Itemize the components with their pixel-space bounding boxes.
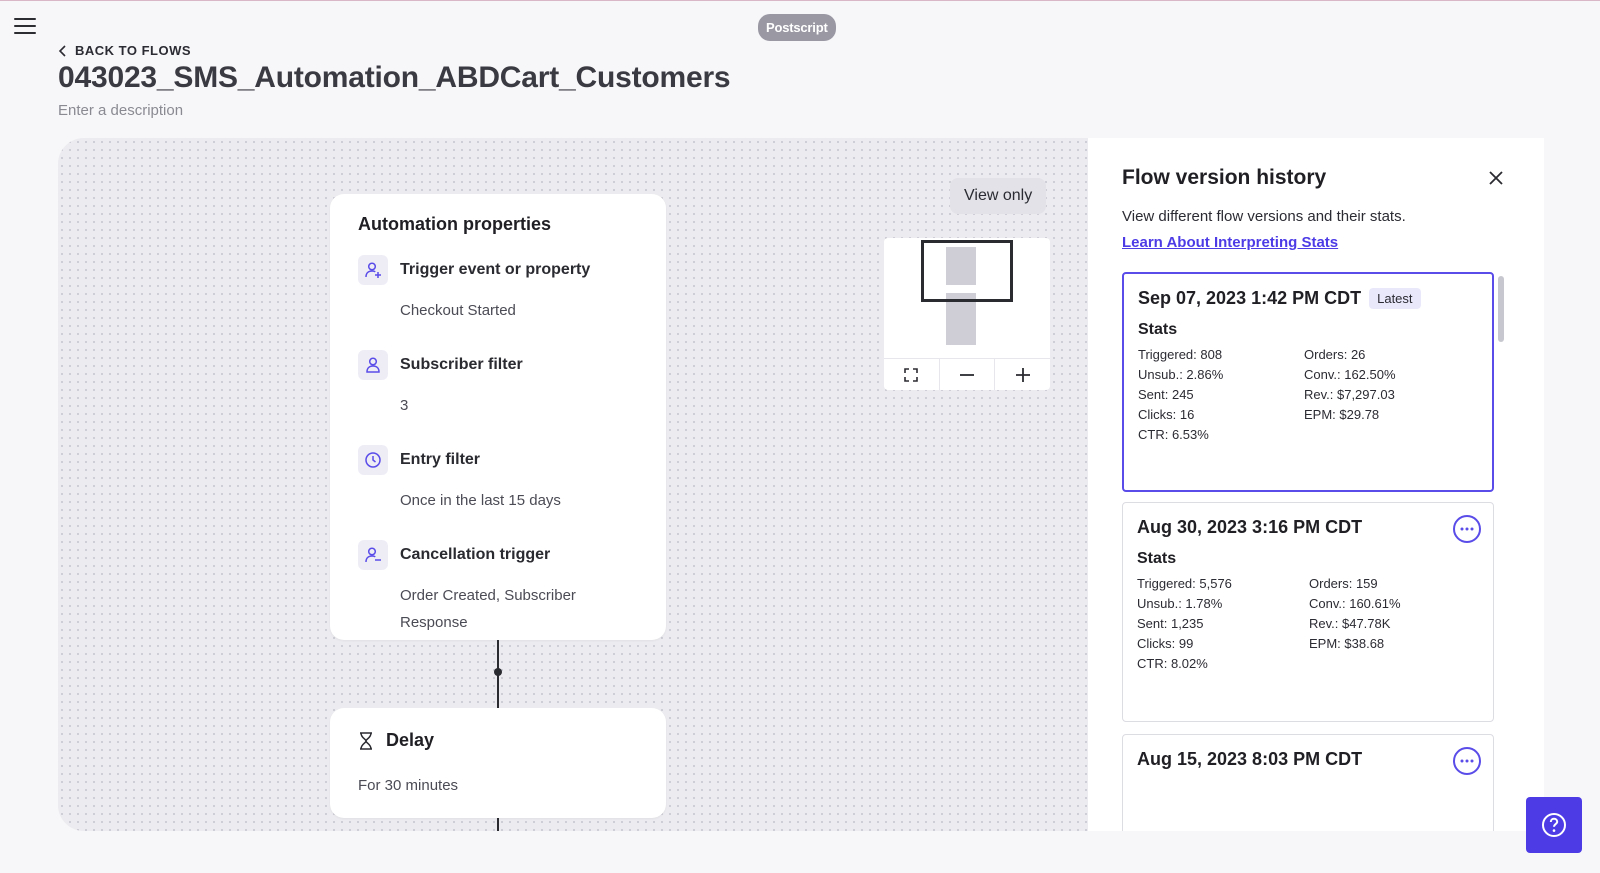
version-card[interactable]: Sep 07, 2023 1:42 PM CDT Latest Stats Tr… [1122, 272, 1494, 492]
property-value: 3 [400, 397, 409, 414]
connector-dot [494, 668, 502, 676]
help-button[interactable] [1526, 797, 1582, 853]
version-date: Aug 30, 2023 3:16 PM CDT [1137, 517, 1363, 537]
version-history-panel: Flow version history View different flow… [1088, 138, 1544, 831]
version-date: Aug 15, 2023 8:03 PM CDT [1137, 749, 1363, 769]
stat-orders: Orders: 26 [1304, 347, 1366, 362]
stat-conv: Conv.: 162.50% [1304, 367, 1396, 382]
automation-properties-card[interactable]: Automation properties Trigger event or p… [330, 194, 666, 640]
property-title: Trigger event or property [400, 261, 591, 278]
zoom-out-icon [960, 373, 974, 376]
stat-conv: Conv.: 160.61% [1309, 596, 1401, 611]
version-card[interactable]: Aug 30, 2023 3:16 PM CDT Stats Triggered… [1122, 502, 1494, 722]
latest-badge: Latest [1369, 288, 1421, 309]
flow-canvas[interactable]: Automation properties Trigger event or p… [58, 138, 1088, 831]
zoom-in-icon [1015, 367, 1030, 382]
stat-triggered: Triggered: 808 [1138, 347, 1223, 362]
property-value: Once in the last 15 days [400, 492, 561, 509]
stats-column-right: Orders: 26 Conv.: 162.50% Rev.: $7,297.0… [1304, 345, 1396, 445]
version-list-scrollbar[interactable] [1496, 272, 1506, 831]
hourglass-icon [360, 731, 372, 750]
property-title: Entry filter [400, 451, 481, 468]
minimap[interactable] [884, 238, 1050, 390]
version-date: Sep 07, 2023 1:42 PM CDT [1138, 288, 1362, 308]
stats-column-left: Triggered: 808 Unsub.: 2.86% Sent: 245 C… [1138, 345, 1304, 445]
more-dots-icon [1460, 527, 1474, 531]
automation-card-title: Automation properties [358, 214, 552, 234]
property-value: Order Created, Subscriber Response [400, 587, 576, 631]
property-value: Checkout Started [400, 302, 516, 319]
version-list[interactable]: Sep 07, 2023 1:42 PM CDT Latest Stats Tr… [1122, 272, 1494, 831]
version-card[interactable]: Aug 15, 2023 8:03 PM CDT [1122, 734, 1494, 831]
stats-label: Stats [1137, 550, 1177, 567]
learn-stats-link[interactable]: Learn About Interpreting Stats [1122, 234, 1338, 251]
user-minus-icon [358, 540, 388, 570]
panel-description: View different flow versions and their s… [1122, 208, 1406, 225]
brand-logo: Postscript [758, 14, 836, 41]
stats-column-left: Triggered: 5,576 Unsub.: 1.78% Sent: 1,2… [1137, 574, 1309, 674]
property-subscriber-filter: Subscriber filter 3 [358, 350, 638, 419]
stat-orders: Orders: 159 [1309, 576, 1378, 591]
stat-triggered: Triggered: 5,576 [1137, 576, 1232, 591]
fit-view-button[interactable] [884, 359, 940, 390]
scrollbar-thumb[interactable] [1498, 276, 1504, 342]
zoom-in-button[interactable] [995, 359, 1050, 390]
stat-ctr: CTR: 6.53% [1138, 427, 1209, 442]
minimap-viewport[interactable] [921, 240, 1013, 302]
delay-value: For 30 minutes [358, 777, 459, 794]
flow-connector [497, 818, 499, 831]
menu-icon[interactable] [14, 18, 36, 36]
user-plus-icon [358, 255, 388, 285]
property-entry-filter: Entry filter Once in the last 15 days [358, 445, 638, 514]
top-border [0, 0, 1600, 1]
stat-epm: EPM: $38.68 [1309, 636, 1385, 651]
stat-unsub: Unsub.: 2.86% [1138, 367, 1224, 382]
back-to-flows-link[interactable]: BACK TO FLOWS [58, 43, 191, 58]
stat-epm: EPM: $29.78 [1304, 407, 1380, 422]
back-link-label: BACK TO FLOWS [75, 43, 192, 58]
delay-card[interactable]: Delay For 30 minutes [330, 708, 666, 818]
zoom-out-button[interactable] [940, 359, 996, 390]
view-only-badge: View only [950, 178, 1047, 214]
stats-column-right: Orders: 159 Conv.: 160.61% Rev.: $47.78K… [1309, 574, 1401, 674]
chevron-left-icon [58, 44, 66, 57]
user-icon [358, 350, 388, 380]
clock-icon [358, 445, 388, 475]
question-circle-icon [1542, 813, 1566, 837]
property-title: Subscriber filter [400, 356, 523, 373]
more-dots-icon [1460, 759, 1474, 763]
panel-title: Flow version history [1122, 166, 1327, 189]
fit-view-icon [904, 367, 919, 382]
close-icon[interactable] [1486, 168, 1506, 188]
stat-rev: Rev.: $47.78K [1309, 616, 1391, 631]
stat-sent: Sent: 245 [1138, 387, 1194, 402]
property-title: Cancellation trigger [400, 546, 551, 563]
more-options-button[interactable] [1453, 747, 1481, 775]
page-title: 043023_SMS_Automation_ABDCart_Customers [58, 61, 731, 94]
delay-title: Delay [386, 730, 435, 750]
property-cancellation-trigger: Cancellation trigger Order Created, Subs… [358, 540, 638, 636]
stat-rev: Rev.: $7,297.03 [1304, 387, 1395, 402]
property-trigger: Trigger event or property Checkout Start… [358, 255, 638, 324]
stat-ctr: CTR: 8.02% [1137, 656, 1208, 671]
stat-unsub: Unsub.: 1.78% [1137, 596, 1223, 611]
stat-clicks: Clicks: 99 [1137, 636, 1194, 651]
stats-label: Stats [1138, 321, 1178, 338]
stat-clicks: Clicks: 16 [1138, 407, 1195, 422]
description-field[interactable]: Enter a description [58, 102, 183, 119]
more-options-button[interactable] [1453, 515, 1481, 543]
stat-sent: Sent: 1,235 [1137, 616, 1204, 631]
